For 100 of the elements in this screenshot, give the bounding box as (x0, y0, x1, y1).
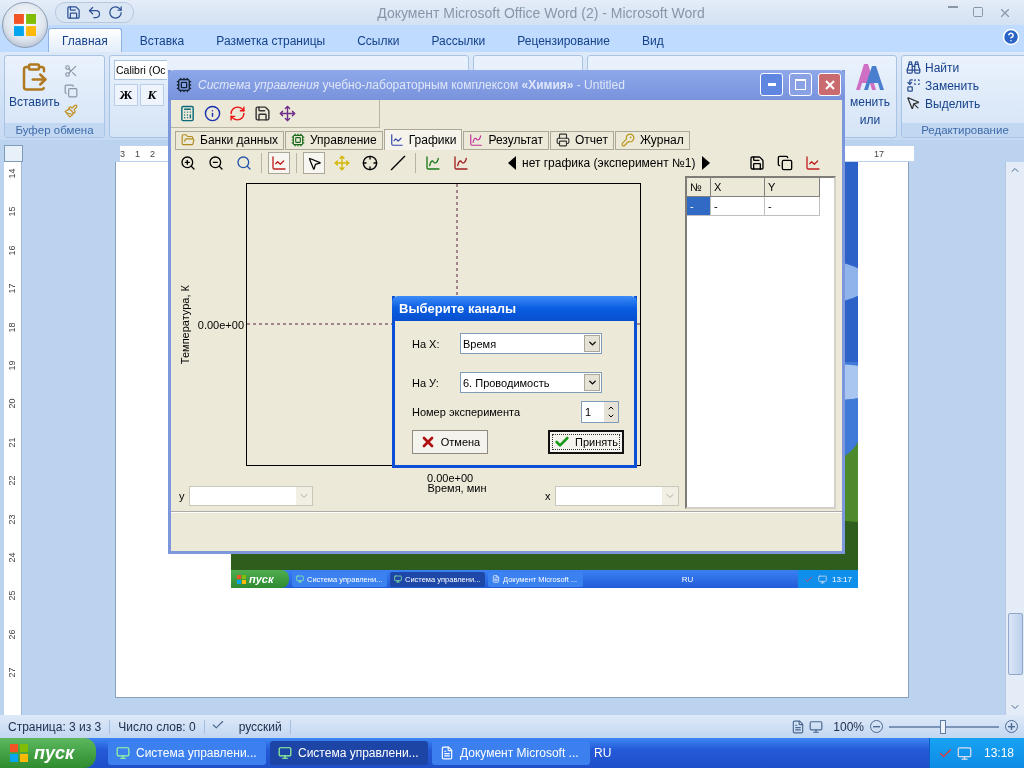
language-status[interactable]: русский (230, 719, 291, 734)
taskbar-button[interactable]: Документ Microsoft ... (432, 741, 590, 765)
vertical-scrollbar[interactable] (1005, 162, 1024, 715)
move-icon (334, 155, 350, 172)
column-header[interactable]: Y (765, 178, 820, 198)
maximize-icon (795, 79, 806, 91)
print-layout-icon (791, 719, 806, 734)
change-styles-button[interactable]: менить или (850, 60, 890, 133)
search-icon (236, 155, 252, 172)
app-icon (176, 76, 192, 93)
table-cell[interactable]: - (711, 197, 765, 217)
window-title: Документ Microsoft Office Word (2) - Microsoft Word (376, 4, 706, 21)
column-header[interactable]: X (711, 178, 765, 198)
zoom-out-icon (208, 155, 224, 172)
app-icon (116, 746, 130, 760)
styles-icon (854, 62, 886, 92)
crosshair-icon (362, 155, 378, 172)
tab[interactable]: Графики (383, 128, 463, 150)
word-count: Число слов: 0 (110, 719, 205, 734)
curve-chart-icon (453, 155, 469, 172)
key-icon (620, 133, 635, 148)
windows-logo-icon (14, 14, 36, 36)
field-label: На У: (412, 376, 440, 389)
close-button[interactable] (818, 73, 841, 97)
clock: 13:17 (831, 574, 852, 584)
bold-button[interactable]: Ж (114, 84, 138, 106)
ribbon-tab[interactable]: Вид (627, 28, 678, 52)
minimize-icon[interactable] (948, 5, 958, 8)
select-button[interactable]: Выделить (906, 96, 1024, 111)
taskbar-button[interactable]: Система управлени... (270, 741, 428, 765)
copy-icon (777, 155, 793, 172)
previous-arrow-icon[interactable] (508, 156, 516, 171)
column-header[interactable]: № (687, 178, 711, 198)
x-tick-label: 0.00e+00 (426, 472, 475, 485)
zoom-slider-thumb[interactable] (940, 719, 946, 734)
chart-type-button[interactable] (268, 152, 290, 175)
app-icon (296, 575, 304, 583)
find-button[interactable]: Найти (906, 60, 1024, 75)
tab[interactable]: Управление (285, 130, 383, 150)
minimize-icon (767, 83, 776, 87)
group-label: Буфер обмена (5, 123, 104, 137)
page-count: Страница: 3 из 3 (0, 719, 111, 734)
field-label: На X: (412, 337, 441, 350)
help-icon (1002, 27, 1020, 46)
ribbon-tab[interactable]: Разметка страницы (202, 28, 340, 52)
language-indicator[interactable]: RU (681, 574, 700, 584)
language-indicator[interactable]: RU (594, 746, 612, 760)
font-field[interactable]: Calibri (Oc (114, 60, 167, 80)
next-arrow-icon[interactable] (701, 156, 710, 171)
pointer-button[interactable] (303, 152, 325, 175)
tab[interactable]: Журнал (614, 130, 690, 150)
scissors-icon (63, 64, 78, 78)
info-icon (204, 104, 221, 122)
zoom-out-icon (870, 720, 883, 733)
zoom-in-icon (1005, 720, 1018, 733)
scrollbar-thumb[interactable] (1007, 612, 1023, 675)
window-title: Система управления учебно-лабораторным комплексом «Химия» - Untitled (198, 77, 626, 92)
italic-button[interactable]: К (140, 84, 164, 106)
maximize-button[interactable] (789, 73, 812, 97)
minimize-button[interactable] (760, 73, 783, 97)
document-icon (440, 746, 454, 760)
ribbon-tab[interactable]: Ссылки (343, 28, 414, 52)
table-cell[interactable]: - (687, 197, 711, 217)
ribbon-tab[interactable]: Главная (48, 28, 122, 52)
ribbon-tab[interactable]: Вставка (125, 28, 199, 52)
experiment-spinner[interactable]: 1 (581, 401, 619, 423)
cursor-icon (906, 96, 921, 111)
curve-chart-icon (469, 133, 484, 148)
replace-button[interactable]: Заменить (906, 78, 1024, 93)
channel-dropdown[interactable]: Время (460, 333, 602, 354)
table-cell[interactable]: - (765, 197, 820, 217)
spin-down-icon (607, 412, 615, 420)
redo-icon (108, 5, 123, 20)
cursor-icon (306, 155, 322, 171)
taskbar-button[interactable]: Система управлени... (108, 741, 266, 765)
app-icon (278, 746, 292, 760)
start-button[interactable]: пуск (231, 570, 289, 588)
paste-button[interactable]: Вставить (9, 60, 60, 119)
cancel-button[interactable]: Отмена (412, 430, 488, 454)
accept-button[interactable]: Принять (548, 430, 624, 454)
dialog-title: Выберите каналы (392, 296, 637, 321)
line-chart-icon (271, 155, 287, 172)
ribbon-tab[interactable]: Рассылки (417, 28, 500, 52)
tab[interactable]: Банки данных (175, 130, 285, 150)
spellcheck-icon (210, 718, 225, 732)
binoculars-icon (906, 60, 921, 75)
tab-selector[interactable] (4, 145, 23, 162)
clock: 13:18 (983, 746, 1014, 760)
combo-label: x (545, 490, 551, 503)
brush-icon (63, 104, 78, 118)
curve-chart-icon (425, 155, 441, 172)
app-icon (394, 575, 402, 583)
tab[interactable]: Результат (463, 130, 550, 150)
ribbon-tab[interactable]: Рецензирование (503, 28, 624, 52)
tab[interactable]: Отчет (550, 130, 614, 150)
check-icon (554, 434, 570, 450)
replace-icon (906, 78, 921, 93)
close-icon (824, 79, 835, 90)
channel-dropdown[interactable]: 6. Проводимость (460, 372, 602, 393)
zoom-level[interactable]: 100% (833, 719, 864, 734)
